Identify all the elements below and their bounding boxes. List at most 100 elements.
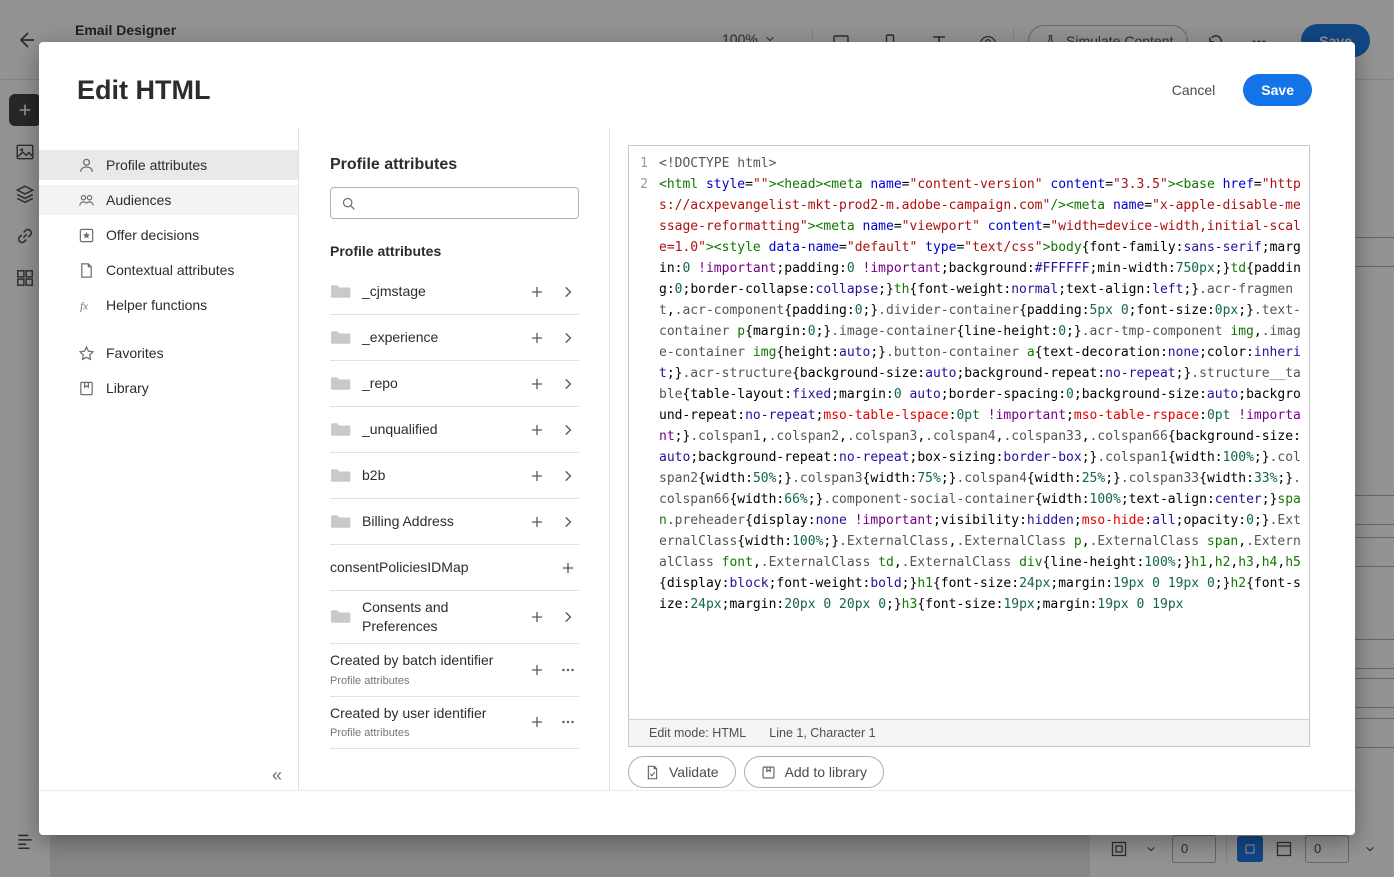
folder-icon	[330, 375, 351, 392]
attribute-label: Created by batch identifier Profile attri…	[330, 651, 515, 689]
add-attribute-button[interactable]	[526, 281, 548, 303]
row-actions	[526, 419, 579, 441]
library-icon	[762, 766, 775, 778]
folder-icon	[330, 421, 351, 438]
more-actions-button[interactable]	[557, 711, 579, 733]
cancel-button[interactable]: Cancel	[1172, 82, 1216, 98]
sidebar-item-label: Contextual attributes	[106, 262, 235, 278]
list-item[interactable]: Consents and Preferences	[330, 591, 579, 644]
sidebar-item-label: Audiences	[106, 192, 172, 208]
save-button[interactable]: Save	[1243, 74, 1312, 106]
dialog-footer	[39, 791, 1355, 835]
sidebar-item-favorites[interactable]: Favorites	[39, 338, 298, 368]
code-line-text: <html style=""><head><meta name="content…	[659, 177, 1301, 612]
cursor-position-label: Line 1, Character 1	[769, 726, 876, 740]
folder-icon	[330, 329, 351, 346]
code-area[interactable]: 1 <!DOCTYPE html> 2 <html style=""><head><m…	[629, 146, 1309, 719]
validate-file-icon	[647, 765, 658, 779]
validate-button[interactable]: Validate	[628, 756, 736, 788]
add-attribute-button[interactable]	[526, 327, 548, 349]
list-item[interactable]: consentPoliciesIDMap	[330, 545, 579, 591]
attributes-panel: Profile attributes Profile attributes _c…	[299, 128, 610, 790]
expand-attribute-button[interactable]	[557, 511, 579, 533]
list-item[interactable]: _unqualified	[330, 407, 579, 453]
add-attribute-button[interactable]	[526, 606, 548, 628]
contextual-attributes-icon	[78, 262, 95, 279]
modal-nav-list: Profile attributes Audiences Offer decisio…	[39, 150, 298, 320]
add-to-library-button[interactable]: Add to library	[743, 756, 885, 788]
row-actions	[526, 465, 579, 487]
search-icon	[341, 196, 356, 211]
attributes-panel-title: Profile attributes	[330, 156, 458, 173]
list-item[interactable]: _repo	[330, 361, 579, 407]
attribute-label: _repo	[362, 375, 398, 392]
expand-attribute-button[interactable]	[557, 281, 579, 303]
attribute-list-title: Profile attributes	[330, 243, 442, 259]
edit-html-dialog: Edit HTML Cancel Save Profile attributes…	[39, 42, 1355, 835]
add-attribute-button[interactable]	[526, 511, 548, 533]
attribute-label: Billing Address	[362, 513, 454, 530]
attribute-sublabel: Profile attributes	[330, 674, 410, 687]
attribute-label: _experience	[362, 329, 439, 346]
code-line-text: <!DOCTYPE html>	[659, 156, 777, 171]
add-to-library-label: Add to library	[784, 764, 868, 780]
list-item[interactable]: Billing Address	[330, 499, 579, 545]
add-attribute-button[interactable]	[526, 465, 548, 487]
row-actions	[526, 711, 579, 733]
attribute-sublabel: Profile attributes	[330, 727, 410, 740]
add-attribute-button[interactable]	[526, 711, 548, 733]
validate-label: Validate	[669, 764, 719, 780]
attribute-label: b2b	[362, 467, 386, 484]
code-editor: 1 <!DOCTYPE html> 2 <html style=""><head><m…	[628, 145, 1310, 747]
sidebar-item-profile-attributes[interactable]: Profile attributes	[39, 150, 298, 180]
row-actions	[526, 281, 579, 303]
expand-attribute-button[interactable]	[557, 327, 579, 349]
sidebar-item-library[interactable]: Library	[39, 373, 298, 403]
expand-attribute-button[interactable]	[557, 373, 579, 395]
dialog-sidebar: Profile attributes Audiences Offer decisio…	[39, 128, 299, 790]
edit-mode-label: Edit mode: HTML	[649, 726, 747, 740]
attribute-label: Consents and Preferences	[362, 599, 449, 634]
sidebar-item-label: Library	[106, 380, 149, 396]
expand-attribute-button[interactable]	[557, 419, 579, 441]
attribute-search[interactable]	[330, 187, 579, 219]
dialog-header: Edit HTML Cancel Save	[39, 42, 1355, 128]
sidebar-item-label: Helper functions	[106, 297, 208, 313]
sidebar-item-label: Profile attributes	[106, 157, 208, 173]
modal-nav-secondary: Favorites Library	[39, 338, 298, 403]
line-number: 2	[640, 177, 648, 192]
list-item[interactable]: Created by batch identifier Profile attri…	[330, 644, 579, 697]
collapse-sidebar-button[interactable]: «	[272, 766, 282, 784]
sidebar-item-audiences[interactable]: Audiences	[39, 185, 298, 215]
search-input[interactable]	[364, 195, 568, 211]
attribute-label: Created by user identifier Profile attrib…	[330, 704, 515, 742]
row-actions	[526, 327, 579, 349]
list-item[interactable]: _cjmstage	[330, 269, 579, 315]
star-icon	[78, 345, 95, 362]
editor-statusbar: Edit mode: HTML Line 1, Character 1	[629, 719, 1309, 746]
list-item[interactable]: Created by user identifier Profile attrib…	[330, 697, 579, 750]
folder-icon	[330, 513, 351, 530]
helper-functions-icon: fx	[78, 297, 95, 314]
list-item[interactable]: b2b	[330, 453, 579, 499]
sidebar-item-label: Favorites	[106, 345, 164, 361]
add-attribute-button[interactable]	[526, 419, 548, 441]
sidebar-item-helper-functions[interactable]: fx Helper functions	[39, 290, 298, 320]
sidebar-item-offer-decisions[interactable]: Offer decisions	[39, 220, 298, 250]
dialog-title: Edit HTML	[77, 74, 211, 105]
library-icon	[78, 380, 95, 397]
row-actions	[526, 659, 579, 681]
expand-attribute-button[interactable]	[557, 465, 579, 487]
attribute-label: consentPoliciesIDMap	[330, 559, 469, 576]
list-item[interactable]: _experience	[330, 315, 579, 361]
more-actions-button[interactable]	[557, 659, 579, 681]
attribute-label: _unqualified	[362, 421, 438, 438]
sidebar-item-contextual-attributes[interactable]: Contextual attributes	[39, 255, 298, 285]
svg-text:fx: fx	[80, 300, 88, 312]
expand-attribute-button[interactable]	[557, 606, 579, 628]
add-attribute-button[interactable]	[526, 373, 548, 395]
add-attribute-button[interactable]	[557, 557, 579, 579]
add-attribute-button[interactable]	[526, 659, 548, 681]
row-actions	[526, 511, 579, 533]
offer-decisions-icon	[78, 227, 95, 244]
